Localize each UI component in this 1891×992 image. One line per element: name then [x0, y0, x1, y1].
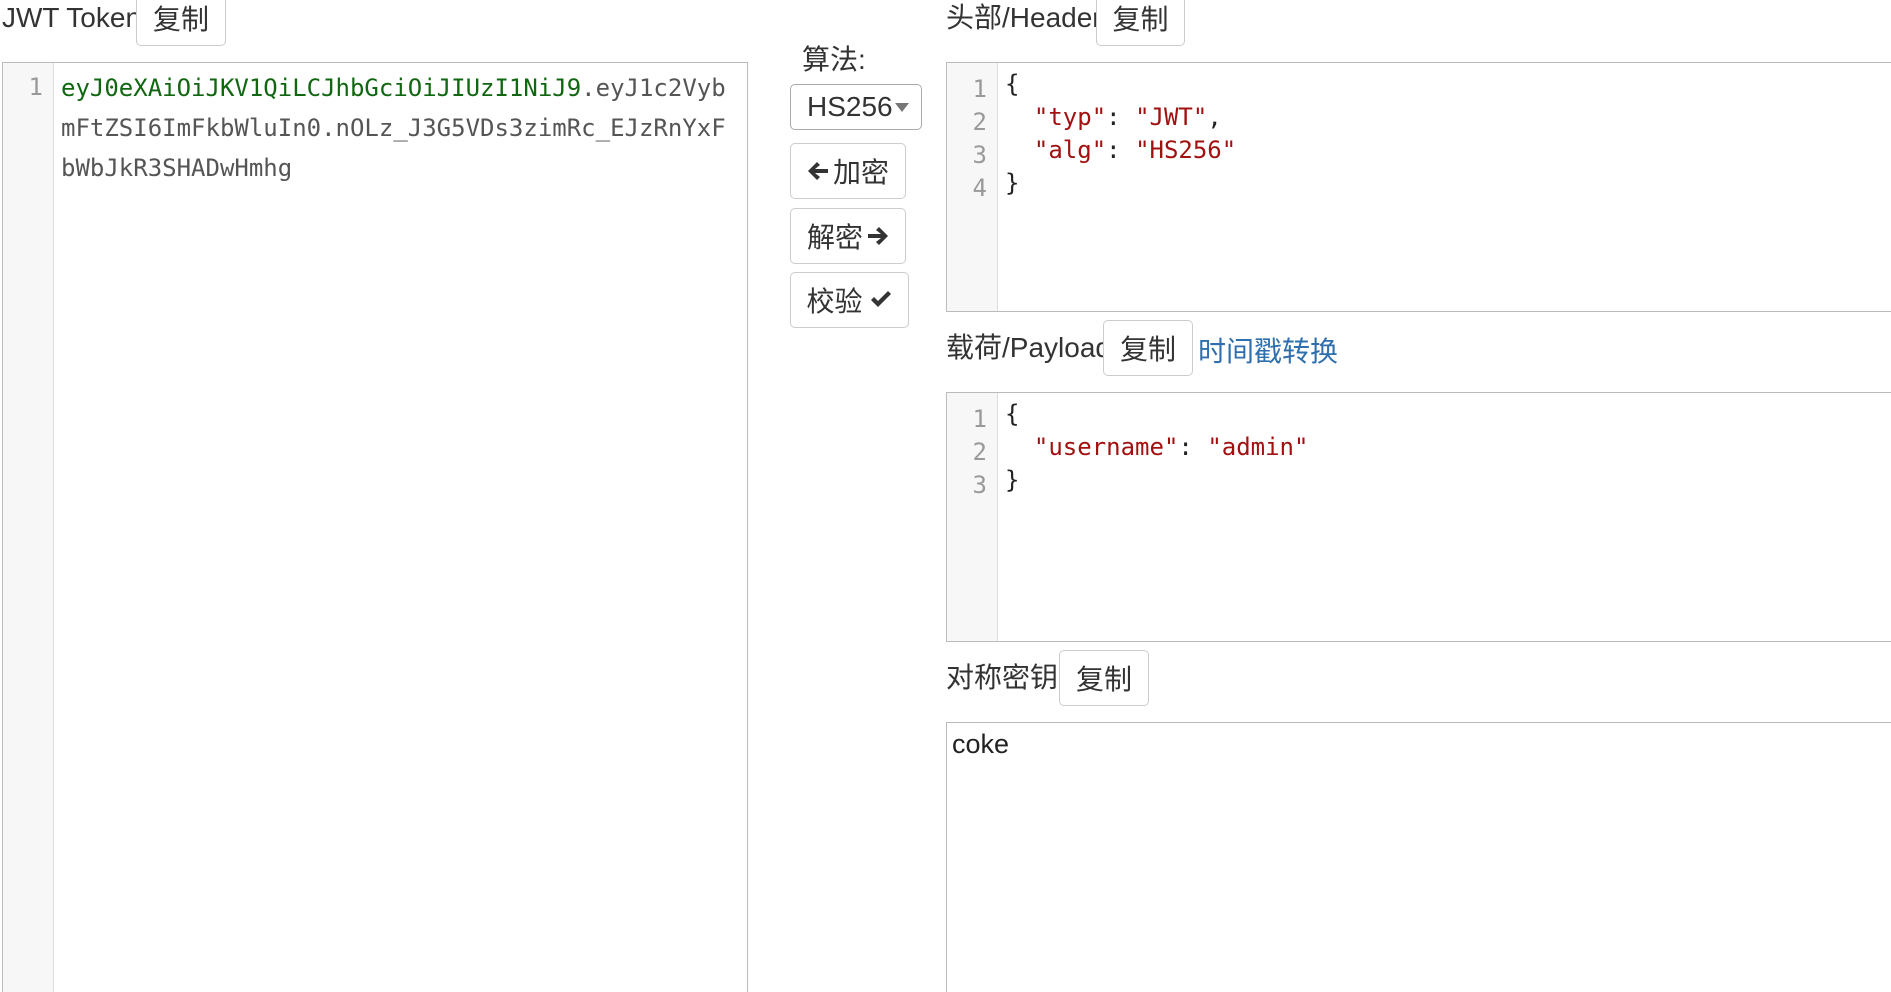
json-value: "HS256"	[1135, 136, 1237, 164]
copy-jwt-button[interactable]: 复制	[136, 0, 226, 46]
payload-gutter: 1 2 3	[947, 393, 998, 641]
algorithm-selected-value: HS256	[807, 91, 893, 122]
line-number: 1	[972, 405, 987, 433]
caret-down-icon	[895, 103, 909, 112]
header-editor[interactable]: 1 2 3 4 { "typ": "JWT", "alg": "HS256" }	[946, 62, 1891, 312]
token-header-segment: eyJ0eXAiOiJKV1QiLCJhbGciOiJIUzI1NiJ9	[61, 74, 582, 102]
header-gutter: 1 2 3 4	[947, 63, 998, 311]
secret-value: coke	[952, 729, 1010, 759]
decrypt-button[interactable]: 解密	[790, 208, 906, 264]
json-value: "JWT"	[1135, 103, 1208, 131]
jwt-tool: JWT Token : 复制 1 eyJ0eXAiOiJKV1QiLCJhbGc…	[0, 0, 1891, 992]
line-number: 2	[972, 438, 987, 466]
decrypt-label: 解密	[806, 222, 863, 253]
line-number: 4	[972, 174, 987, 202]
algorithm-select[interactable]: HS256	[790, 84, 922, 130]
copy-header-button[interactable]: 复制	[1096, 0, 1185, 46]
timestamp-convert-link[interactable]: 时间戳转换	[1198, 330, 1338, 370]
json-brace: {	[1005, 70, 1020, 98]
line-number: 1	[972, 75, 987, 103]
payload-editor[interactable]: 1 2 3 { "username": "admin" }	[946, 392, 1891, 642]
verify-label: 校验	[806, 286, 863, 317]
line-number: 2	[972, 108, 987, 136]
line-number: 3	[972, 471, 987, 499]
encrypt-label: 加密	[832, 157, 889, 188]
secret-label: 对称密钥 :	[946, 662, 1074, 693]
json-key: "typ"	[1033, 103, 1107, 131]
verify-button[interactable]: 校验	[790, 272, 909, 328]
header-label: 头部/Header :	[946, 2, 1118, 33]
algorithm-label: 算法:	[802, 44, 866, 75]
json-brace: {	[1005, 400, 1020, 428]
token-segment: mFtZSI6ImFkbWluIn0.nOLz_J3G5VDs3zimRc_EJ…	[61, 114, 726, 142]
arrow-right-icon	[867, 225, 889, 247]
jwt-gutter: 1	[3, 63, 54, 992]
copy-secret-button[interactable]: 复制	[1059, 650, 1149, 706]
json-brace: }	[1005, 466, 1020, 494]
token-segment: bWbJkR3SHADwHmhg	[61, 154, 293, 182]
json-key: "username"	[1033, 433, 1179, 461]
payload-label: 载荷/Payload :	[946, 332, 1127, 363]
jwt-token-text: eyJ0eXAiOiJKV1QiLCJhbGciOiJIUzI1NiJ9.eyJ…	[61, 68, 726, 188]
token-segment: .eyJ1c2Vyb	[581, 74, 726, 102]
check-icon	[869, 290, 893, 310]
json-value: "admin"	[1207, 433, 1309, 461]
jwt-token-editor[interactable]: 1 eyJ0eXAiOiJKV1QiLCJhbGciOiJIUzI1NiJ9.e…	[2, 62, 748, 992]
encrypt-button[interactable]: 加密	[790, 143, 906, 199]
payload-json: { "username": "admin" }	[1005, 400, 1309, 494]
line-number: 3	[972, 141, 987, 169]
json-key: "alg"	[1033, 136, 1107, 164]
secret-input[interactable]: coke	[946, 722, 1891, 992]
json-brace: }	[1005, 169, 1020, 197]
line-number: 1	[28, 73, 43, 101]
jwt-token-label: JWT Token :	[2, 2, 157, 33]
copy-payload-button[interactable]: 复制	[1103, 320, 1193, 376]
header-json: { "typ": "JWT", "alg": "HS256" }	[1005, 70, 1237, 197]
arrow-left-icon	[807, 160, 829, 182]
